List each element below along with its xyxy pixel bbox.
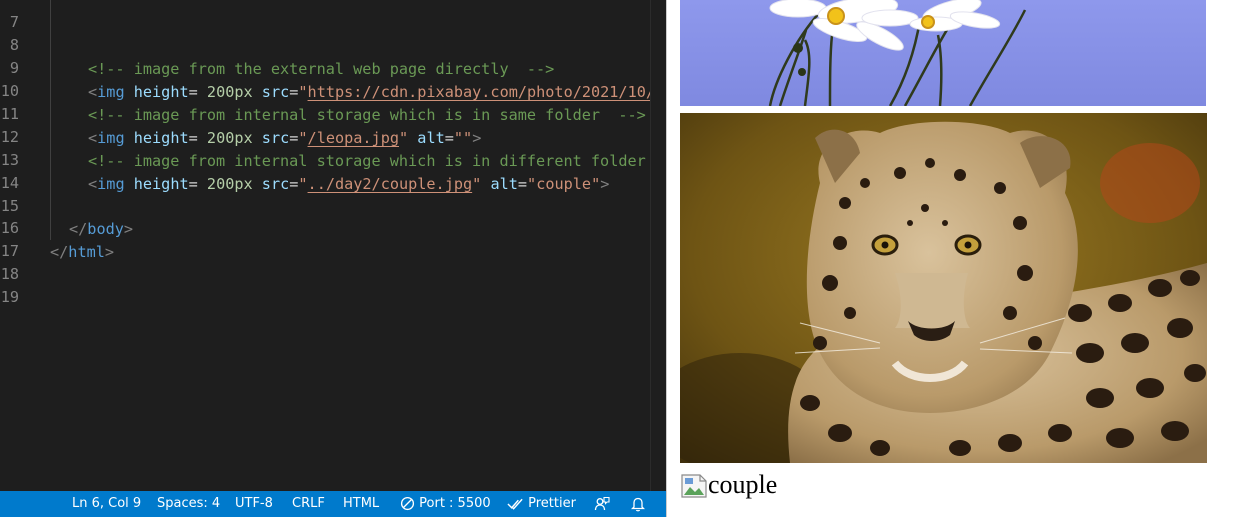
broken-image-icon: [680, 473, 708, 506]
feedback-icon: [594, 496, 610, 511]
status-bar: Ln 6, Col 9 Spaces: 4 UTF-8 CRLF HTML Po…: [0, 491, 666, 517]
code-line[interactable]: 14 <!-- image from internal storage whic…: [0, 150, 650, 192]
tag-name: html: [68, 243, 105, 261]
prettier-status[interactable]: Prettier: [507, 491, 576, 517]
code-line[interactable]: 8: [0, 12, 650, 54]
src-link[interactable]: /leopa.jpg: [308, 129, 399, 147]
attr-name: src: [261, 129, 290, 147]
bell-icon: [630, 496, 646, 511]
code-line[interactable]: 13 <img height= 200px src="/leopa.jpg" a…: [0, 127, 650, 169]
attr-name: alt: [490, 175, 518, 193]
code-line[interactable]: 16: [0, 195, 650, 237]
code-line[interactable]: 9: [0, 35, 650, 77]
code-editor[interactable]: 7 8 9 10 <!-- image from the external we…: [0, 0, 650, 491]
line-number: 19: [0, 288, 19, 306]
attr-name: height: [133, 129, 189, 147]
prettier-check-icon: [507, 496, 524, 511]
tag-name: body: [87, 220, 124, 238]
code-line[interactable]: 10 <!-- image from the external web page…: [0, 58, 650, 100]
src-link[interactable]: https://cdn.pixabay.com/photo/2021/10/1: [308, 83, 650, 101]
html-comment: <!-- image from internal storage which i…: [88, 152, 650, 170]
attr-value: 200px: [206, 129, 253, 147]
code-line[interactable]: 15 <img height= 200px src="../day2/coupl…: [0, 173, 650, 215]
code-line[interactable]: 19: [0, 264, 650, 306]
indentation-setting[interactable]: Spaces: 4: [157, 491, 220, 517]
alt-value: couple: [536, 175, 592, 193]
attr-name: alt: [417, 129, 445, 147]
tag-name: img: [97, 129, 125, 147]
port-icon: [400, 496, 415, 511]
feedback-button[interactable]: [594, 491, 610, 517]
code-line[interactable]: 17 </body>: [0, 218, 650, 260]
tag-name: img: [97, 175, 125, 193]
html-comment: <!-- image from the external web page di…: [88, 60, 555, 78]
eol-setting[interactable]: CRLF: [292, 491, 325, 517]
code-line[interactable]: 12 <!-- image from internal storage whic…: [0, 104, 650, 146]
flower-image: [680, 0, 1206, 106]
language-mode[interactable]: HTML: [343, 491, 379, 517]
notifications-button[interactable]: [630, 491, 646, 517]
live-server-port[interactable]: Port : 5500: [400, 491, 491, 517]
attr-value: 200px: [206, 175, 253, 193]
encoding-setting[interactable]: UTF-8: [235, 491, 273, 517]
code-line[interactable]: 11 <img height= 200px src="https://cdn.p…: [0, 81, 650, 123]
attr-name: src: [261, 175, 290, 193]
browser-preview: couple: [666, 0, 1250, 517]
port-label: Port : 5500: [419, 496, 491, 511]
html-comment: <!-- image from internal storage which i…: [88, 106, 646, 124]
attr-value: 200px: [206, 83, 253, 101]
cursor-position[interactable]: Ln 6, Col 9: [72, 491, 141, 517]
leopard-image: [680, 113, 1207, 463]
broken-image: couple: [680, 470, 777, 502]
broken-image-alt-text: couple: [708, 470, 778, 499]
src-link[interactable]: ../day2/couple.jpg: [308, 175, 473, 193]
attr-name: height: [133, 83, 189, 101]
attr-name: height: [133, 175, 189, 193]
code-line[interactable]: 18 </html>: [0, 241, 650, 283]
tag-name: img: [97, 83, 125, 101]
editor-scrollbar[interactable]: [650, 0, 667, 491]
attr-name: src: [261, 83, 290, 101]
prettier-label: Prettier: [528, 496, 576, 511]
code-line[interactable]: 7: [0, 0, 650, 31]
